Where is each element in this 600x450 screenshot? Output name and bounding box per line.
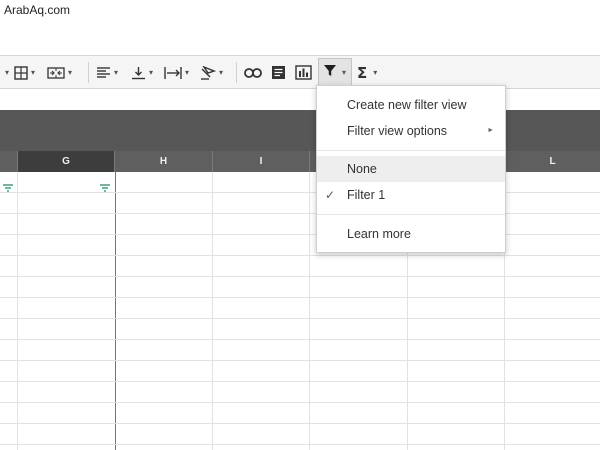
horizontal-align-button[interactable]: ▾ — [96, 56, 118, 89]
toolbar-separator — [88, 62, 89, 83]
menu-separator — [317, 150, 505, 151]
column-header-row: G H I J K L — [0, 151, 600, 172]
grid-line — [0, 255, 600, 256]
menu-item-filter-1[interactable]: ✓ Filter 1 — [317, 182, 505, 208]
text-rotation-icon — [200, 65, 216, 80]
column-filter-icon[interactable] — [100, 179, 110, 192]
toolbar-overflow-caret[interactable]: ▾ — [2, 56, 9, 89]
functions-icon: Σ — [357, 63, 368, 82]
horizontal-align-icon — [96, 66, 111, 80]
cell-grid[interactable] — [0, 172, 600, 450]
grid-line — [0, 402, 600, 403]
grid-line — [0, 318, 600, 319]
submenu-arrow-icon: ► — [487, 127, 494, 134]
grid-line — [0, 234, 600, 235]
merge-cells-icon — [47, 66, 65, 80]
vertical-align-button[interactable]: ▾ — [131, 56, 153, 89]
insert-comment-icon — [271, 65, 286, 80]
text-wrap-icon — [164, 66, 182, 80]
grid-line — [0, 339, 600, 340]
column-header-l[interactable]: L — [505, 151, 600, 172]
insert-link-button[interactable] — [244, 56, 262, 89]
checkmark-icon: ✓ — [325, 188, 336, 202]
menu-item-none[interactable]: None — [317, 156, 505, 182]
column-header-g[interactable]: G — [18, 151, 115, 172]
insert-link-icon — [244, 67, 262, 78]
column-header-i[interactable]: I — [213, 151, 310, 172]
column-header-partial[interactable] — [0, 151, 18, 172]
grid-line — [0, 444, 600, 445]
grid-line — [0, 276, 600, 277]
grid-line — [0, 360, 600, 361]
grid-line — [0, 297, 600, 298]
grid-line — [0, 423, 600, 424]
borders-button[interactable]: ▾ — [14, 56, 35, 89]
column-header-h[interactable]: H — [115, 151, 213, 172]
text-rotation-button[interactable]: ▾ — [200, 56, 223, 89]
grid-line — [0, 213, 600, 214]
insert-comment-button[interactable] — [271, 56, 286, 89]
menu-item-learn-more[interactable]: Learn more — [317, 221, 505, 247]
formula-bar-area — [0, 110, 600, 151]
insert-chart-button[interactable] — [295, 56, 312, 89]
menu-item-create-filter-view[interactable]: Create new filter view — [317, 92, 505, 118]
grid-line — [0, 381, 600, 382]
merge-cells-button[interactable]: ▾ — [47, 56, 72, 89]
toolbar: ▾ ▾ ▾ ▾ ▾ ▾ ▾ ▾ Σ ▾ — [0, 55, 600, 89]
borders-icon — [14, 65, 28, 80]
column-filter-icon[interactable] — [3, 179, 13, 192]
grid-line — [0, 192, 600, 193]
insert-chart-icon — [295, 65, 312, 80]
filter-views-menu: Create new filter view Filter view optio… — [316, 85, 506, 253]
filter-button[interactable]: ▾ — [318, 58, 352, 87]
menu-separator — [317, 214, 505, 215]
vertical-align-icon — [131, 66, 146, 80]
toolbar-separator — [236, 62, 237, 83]
watermark-text: ArabAq.com — [4, 3, 71, 17]
text-wrap-button[interactable]: ▾ — [164, 56, 189, 89]
filter-icon — [323, 64, 337, 82]
menu-item-filter-view-options[interactable]: Filter view options ► — [317, 118, 505, 144]
